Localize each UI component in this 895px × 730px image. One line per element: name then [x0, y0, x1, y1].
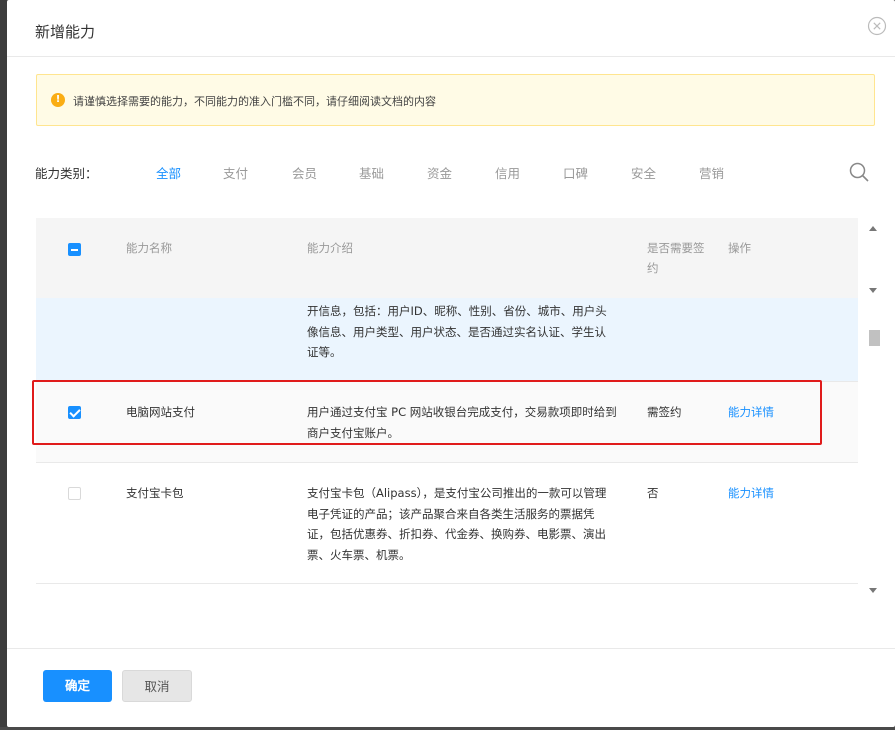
tab-all[interactable]: 全部 [156, 163, 181, 182]
row-desc: 用户通过支付宝 PC 网站收银台完成支付，交易款项即时给到商户支付宝账户。 [307, 405, 617, 440]
select-all-checkbox[interactable] [68, 243, 81, 256]
row-sign: 需签约 [647, 405, 682, 419]
table-header: 能力名称 能力介绍 是否需要签约 操作 [36, 218, 858, 298]
tab-funds[interactable]: 资金 [427, 163, 452, 182]
warning-icon: ! [51, 93, 65, 107]
capability-detail-link[interactable]: 能力详情 [728, 483, 774, 504]
header-action: 操作 [728, 241, 751, 255]
table-scrollbar[interactable] [865, 218, 882, 598]
table-row: 开信息，包括：用户ID、昵称、性别、省份、城市、用户头像信息、用户类型、用户状态… [36, 298, 858, 382]
scroll-down-icon[interactable] [869, 288, 877, 293]
tab-marketing[interactable]: 营销 [699, 163, 724, 182]
warning-alert: ! 请谨慎选择需要的能力，不同能力的准入门槛不同，请仔细阅读文档的内容 [36, 74, 875, 126]
scroll-up-icon[interactable] [869, 226, 877, 231]
close-icon[interactable] [867, 16, 887, 36]
tab-koubei[interactable]: 口碑 [563, 163, 588, 182]
tab-credit[interactable]: 信用 [495, 163, 520, 182]
confirm-button[interactable]: 确定 [43, 670, 112, 702]
row-checkbox[interactable] [68, 406, 81, 419]
row-sign: 否 [647, 486, 659, 500]
scroll-down-icon[interactable] [869, 588, 877, 593]
alert-text: 请谨慎选择需要的能力，不同能力的准入门槛不同，请仔细阅读文档的内容 [73, 95, 436, 108]
tab-payment[interactable]: 支付 [223, 163, 248, 182]
tab-basic[interactable]: 基础 [359, 163, 384, 182]
search-icon[interactable] [849, 162, 869, 182]
row-name: 支付宝卡包 [126, 486, 184, 500]
add-capability-modal: 新增能力 ! 请谨慎选择需要的能力，不同能力的准入门槛不同，请仔细阅读文档的内容… [7, 0, 895, 727]
header-divider [7, 56, 895, 57]
filter-label: 能力类别： [35, 166, 98, 181]
table-row: 支付宝卡包 支付宝卡包（Alipass），是支付宝公司推出的一款可以管理电子凭证… [36, 463, 858, 584]
row-desc: 开信息，包括：用户ID、昵称、性别、省份、城市、用户头像信息、用户类型、用户状态… [307, 304, 607, 359]
tab-security[interactable]: 安全 [631, 163, 656, 182]
backdrop-strip [0, 0, 7, 730]
cancel-button[interactable]: 取消 [122, 670, 192, 702]
row-name: 电脑网站支付 [126, 405, 195, 419]
row-checkbox[interactable] [68, 487, 81, 500]
header-desc: 能力介绍 [307, 241, 353, 255]
capability-detail-link[interactable]: 能力详情 [728, 402, 774, 423]
scroll-thumb[interactable] [869, 330, 880, 346]
modal-title: 新增能力 [35, 23, 96, 41]
tab-member[interactable]: 会员 [292, 163, 317, 182]
capability-table: 能力名称 能力介绍 是否需要签约 操作 开信息，包括：用户ID、昵称、性别、省份… [36, 218, 874, 584]
header-sign: 是否需要签约 [647, 241, 705, 275]
row-desc: 支付宝卡包（Alipass），是支付宝公司推出的一款可以管理电子凭证的产品；该产… [307, 486, 607, 562]
table-row: 电脑网站支付 用户通过支付宝 PC 网站收银台完成支付，交易款项即时给到商户支付… [36, 382, 858, 463]
footer-divider [7, 648, 895, 649]
header-name: 能力名称 [126, 241, 172, 255]
